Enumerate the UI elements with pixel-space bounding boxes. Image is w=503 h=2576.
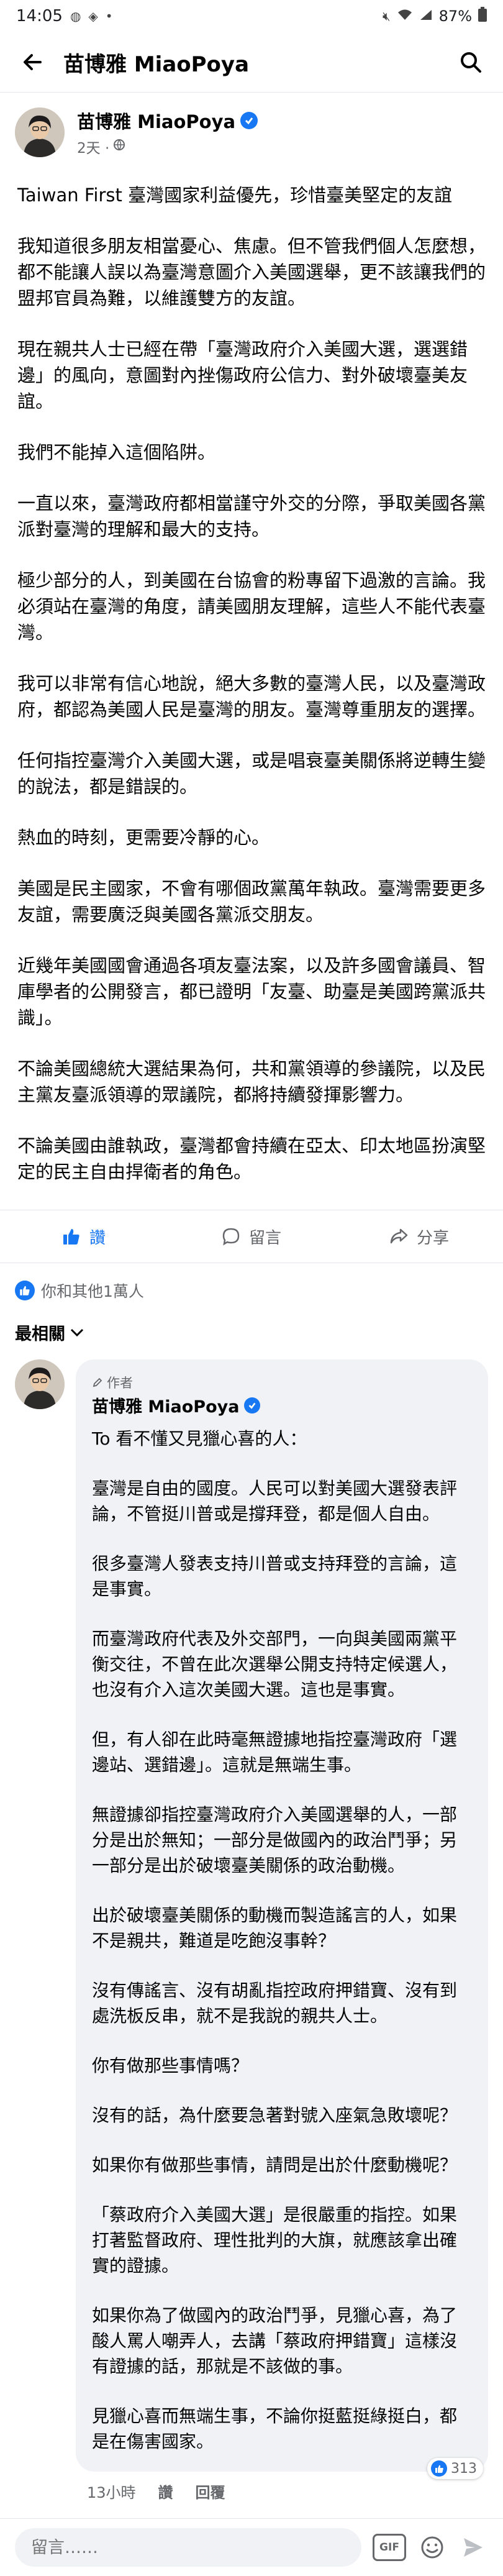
author-avatar[interactable] <box>15 107 65 157</box>
back-button[interactable] <box>15 45 50 80</box>
comment-paragraph: 沒有的話，為什麼要急著對號入座氣急敗壞呢？ <box>92 2105 458 2126</box>
post-author-name[interactable]: 苗博雅 MiaoPoya <box>77 107 235 134</box>
chevron-down-icon <box>70 1328 84 1336</box>
comment-paragraph: 如果你有做那些事情，請問是出於什麼動機呢？ <box>92 2155 458 2175</box>
status-time: 14:05 <box>16 7 63 25</box>
more-dots-icon: • <box>105 9 113 24</box>
post-paragraph: Taiwan First 臺灣國家利益優先，珍惜臺美堅定的友誼 <box>17 185 453 206</box>
signal-icon <box>419 9 433 24</box>
comment-author-avatar[interactable] <box>15 1359 65 1409</box>
send-button[interactable] <box>458 2533 488 2562</box>
post-paragraph: 極少部分的人，到美國在台協會的粉專留下過激的言論。我必須站在臺灣的角度，請美國朋… <box>17 570 486 643</box>
comment-paragraph: 出於破壞臺美關係的動機而製造謠言的人，如果不是親共，難道是吃飽沒事幹？ <box>92 1905 458 1951</box>
mute-icon: 🔇︎ <box>383 9 391 24</box>
comment-bubble[interactable]: 作者 苗博雅 MiaoPoya To 看不懂又見獵心喜的人： 臺灣是自由的國度。… <box>76 1359 488 2472</box>
comment: 作者 苗博雅 MiaoPoya To 看不懂又見獵心喜的人： 臺灣是自由的國度。… <box>0 1359 503 2502</box>
author-tag-label: 作者 <box>107 1376 133 1391</box>
back-arrow-icon <box>24 54 42 70</box>
like-button[interactable]: 讚 <box>0 1210 168 1263</box>
comment-paragraph: To 看不懂又見獵心喜的人： <box>92 1428 307 1449</box>
comment-paragraph: 你有做那些事情嗎？ <box>92 2055 249 2076</box>
post-paragraph: 近幾年美國國會通過各項友臺法案，以及許多國會議員、智庫學者的公開發言，都已證明「… <box>17 955 486 1028</box>
comment-paragraph: 「蔡政府介入美國大選」是很嚴重的指控。如果打著監督政府、理性批判的大旗，就應該拿… <box>92 2204 458 2276</box>
post-paragraph: 熱血的時刻，更需要冷靜的心。 <box>17 827 270 848</box>
share-label: 分享 <box>416 1228 449 1248</box>
pencil-icon <box>93 1377 102 1387</box>
post-paragraph: 一直以來，臺灣政府都相當謹守外交的分際，爭取美國各黨派對臺灣的理解和最大的支持。 <box>17 493 486 540</box>
post-paragraph: 任何指控臺灣介入美國大選，或是唱衰臺美關係將逆轉生變的說法，都是錯誤的。 <box>17 750 486 797</box>
comment-paragraph: 沒有傳謠言、沒有胡亂指控政府押錯寶、沒有到處洗板反串，就不是我說的親共人士。 <box>92 1980 458 2026</box>
comment-paragraph: 無證據卻指控臺灣政府介入美國選舉的人，一部分是出於無知；一部分是做國內的政治鬥爭… <box>92 1804 458 1876</box>
gif-button[interactable]: GIF <box>373 2534 406 2561</box>
comment-input[interactable] <box>15 2528 361 2567</box>
comment-reply-button[interactable]: 回覆 <box>196 2480 225 2502</box>
comment-like-count[interactable]: 313 <box>427 2458 483 2479</box>
wifi-icon <box>397 9 413 24</box>
sort-label: 最相關 <box>15 1325 65 1344</box>
comment-author-name[interactable]: 苗博雅 MiaoPoya <box>92 1393 239 1417</box>
share-button[interactable]: 分享 <box>335 1210 503 1263</box>
comment-time: 13小時 <box>87 2484 136 2501</box>
post-body: Taiwan First 臺灣國家利益優先，珍惜臺美堅定的友誼 我知道很多朋友相… <box>0 163 503 1185</box>
share-icon <box>390 1228 408 1244</box>
author-tag: 作者 <box>92 1373 472 1392</box>
battery-icon <box>478 7 487 25</box>
sticker-button[interactable] <box>417 2533 447 2562</box>
thumbs-up-icon <box>63 1229 79 1245</box>
app-header: 苗博雅 MiaoPoya <box>0 32 503 93</box>
like-count-value: 313 <box>451 2460 477 2477</box>
comment-paragraph: 很多臺灣人發表支持川普或支持拜登的言論，這是事實。 <box>92 1553 458 1599</box>
comment-sort-dropdown[interactable]: 最相關 <box>0 1314 503 1359</box>
post-paragraph: 我們不能掉入這個陷阱。 <box>17 442 216 463</box>
like-label: 讚 <box>89 1228 106 1248</box>
comment-paragraph: 見獵心喜而無端生事，不論你挺藍挺綠挺白，都是在傷害國家。 <box>92 2406 458 2452</box>
post-paragraph: 我可以非常有信心地說，絕大多數的臺灣人民，以及臺灣政府，都認為美國人民是臺灣的朋… <box>17 673 486 720</box>
emoji-icon <box>421 2536 443 2559</box>
messenger-icon: ◍ <box>70 9 81 24</box>
comment-paragraph: 而臺灣政府代表及外交部門，一向與美國兩黨平衡交往，不曾在此次選舉公開支持特定候選… <box>92 1628 458 1700</box>
reactions-text: 你和其他1萬人 <box>41 1282 144 1300</box>
comment-paragraph: 如果你為了做國內的政治鬥爭，見獵心喜，為了酸人罵人嘲弄人，去講「蔡政府押錯寶」這… <box>92 2305 458 2377</box>
comment-paragraph: 但，有人卻在此時毫無證據地指控臺灣政府「選邊站、選錯邊」。這就是無端生事。 <box>92 1729 458 1775</box>
post-time[interactable]: 2天 · <box>77 136 109 157</box>
reactions-summary[interactable]: 你和其他1萬人 <box>0 1263 503 1314</box>
like-reaction-icon <box>431 2460 447 2477</box>
comment-label: 留言 <box>248 1228 281 1248</box>
verified-badge-icon <box>244 1397 261 1414</box>
post-paragraph: 我知道很多朋友相當憂心、焦慮。但不管我們個人怎麼想，都不能讓人誤以為臺灣意圖介入… <box>17 235 486 309</box>
comment-button[interactable]: 留言 <box>168 1210 335 1263</box>
notification-icon: ◈ <box>88 9 98 24</box>
comment-like-button[interactable]: 讚 <box>158 2480 173 2502</box>
search-icon <box>461 52 481 73</box>
search-button[interactable] <box>453 45 488 80</box>
battery-percent: 87% <box>438 7 472 25</box>
send-icon <box>464 2538 483 2557</box>
comment-icon <box>222 1228 240 1246</box>
comment-paragraph: 臺灣是自由的國度。人民可以對美國大選發表評論，不管挺川普或是撐拜登，都是個人自由… <box>92 1478 458 1524</box>
post-paragraph: 現在親共人士已經在帶「臺灣政府介入美國大選，選選錯邊」的風向，意圖對內挫傷政府公… <box>17 339 468 412</box>
post-action-bar: 讚 留言 分享 <box>0 1210 503 1263</box>
verified-badge-icon <box>240 112 258 129</box>
post-header: 苗博雅 MiaoPoya 2天 · <box>0 93 503 163</box>
status-bar: 14:05 ◍ ◈ • 🔇︎ 87% <box>0 0 503 32</box>
page-title: 苗博雅 MiaoPoya <box>63 52 250 77</box>
comment-composer: GIF <box>0 2518 503 2576</box>
public-globe-icon <box>113 139 125 155</box>
comment-body: To 看不懂又見獵心喜的人： 臺灣是自由的國度。人民可以對美國大選發表評論，不管… <box>92 1426 472 2454</box>
like-reaction-icon <box>15 1281 35 1300</box>
post-paragraph: 美國是民主國家，不會有哪個政黨萬年執政。臺灣需要更多友誼，需要廣泛與美國各黨派交… <box>17 878 486 925</box>
comment-footer: 13小時 讚 回覆 313 <box>76 2458 488 2502</box>
post-paragraph: 不論美國總統大選結果為何，共和黨領導的參議院，以及民主黨友臺派領導的眾議院，都將… <box>17 1058 486 1105</box>
post-paragraph: 不論美國由誰執政，臺灣都會持續在亞太、印太地區扮演堅定的民主自由捍衛者的角色。 <box>17 1135 486 1182</box>
